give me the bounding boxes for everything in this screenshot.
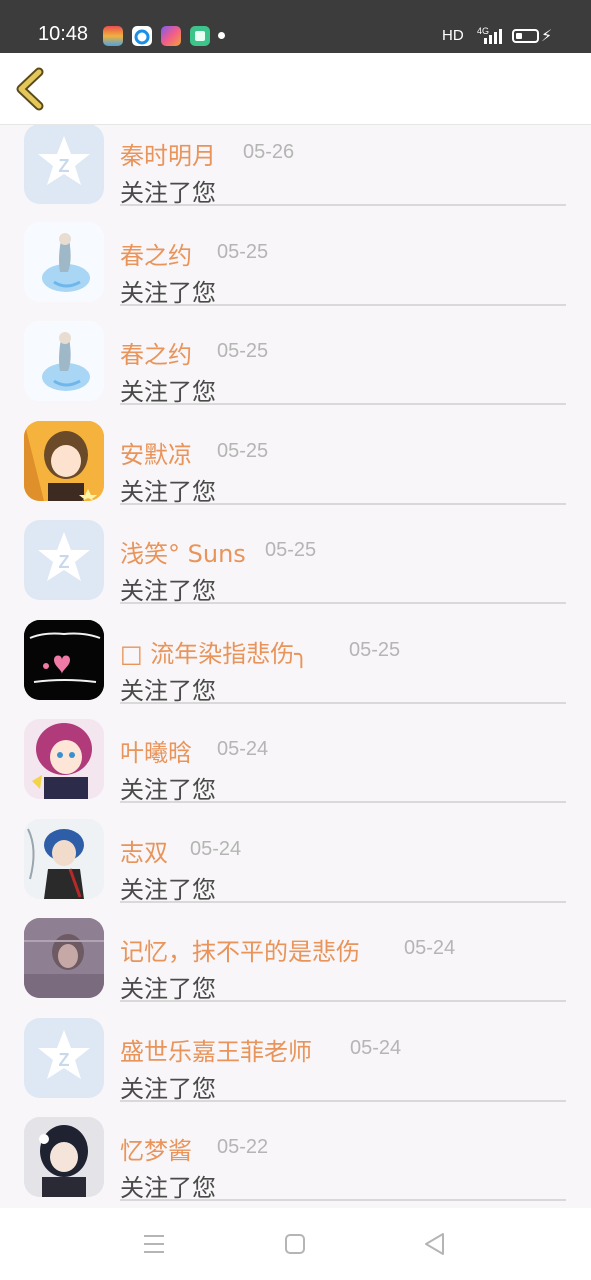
home-square-icon: [285, 1234, 305, 1254]
follow-date: 05-24: [217, 738, 269, 760]
follow-date: 05-25: [217, 240, 269, 263]
purple-photo-avatar: [24, 918, 104, 998]
menu-icon: [144, 1235, 164, 1253]
hd-label: HD: [442, 27, 464, 44]
follower-name[interactable]: 春之约: [120, 236, 192, 271]
follower-name[interactable]: 叶曦晗: [120, 733, 192, 768]
blue-cloud-icon: [132, 26, 152, 46]
follower-name[interactable]: 记忆，抹不平的是悲伤: [120, 932, 360, 967]
list-item[interactable]: 春之约 05-25 关注了您: [0, 205, 591, 307]
follow-message: 关注了您: [120, 278, 216, 307]
divider: [120, 1199, 566, 1201]
follower-name[interactable]: 盛世乐嘉王菲老师: [120, 1032, 312, 1067]
back-nav-button[interactable]: [414, 1228, 454, 1260]
battery-icon: [512, 29, 539, 43]
svg-text:Z: Z: [59, 552, 70, 572]
follow-date: 05-22: [217, 1136, 269, 1158]
follow-date: 05-26: [243, 141, 295, 163]
list-item[interactable]: 忆梦酱 05-22 关注了您: [0, 1100, 591, 1202]
qq-default-avatar: Z: [24, 520, 104, 600]
gradient-diamond-icon: [161, 26, 181, 46]
follow-message: 关注了您: [120, 676, 216, 705]
follow-date: 05-24: [190, 837, 242, 860]
list-item[interactable]: Z 盛世乐嘉王菲老师 05-24 关注了您: [0, 1001, 591, 1103]
header-bar: [0, 53, 591, 125]
svg-text:Z: Z: [59, 156, 70, 176]
system-nav-bar: [0, 1208, 591, 1280]
mermaid-avatar: [24, 321, 104, 401]
notification-dot-icon: [218, 32, 225, 39]
list-item[interactable]: 志双 05-24 关注了您: [0, 802, 591, 904]
home-button[interactable]: [275, 1228, 315, 1260]
qq-default-avatar: Z: [24, 1017, 104, 1098]
list-item[interactable]: Z 浅笑° Suns 05-25 关注了您: [0, 503, 591, 605]
follow-date: 05-24: [404, 937, 456, 959]
follower-name[interactable]: 志双: [120, 833, 168, 868]
follower-name[interactable]: □ 流年染指悲伤╮: [120, 634, 309, 669]
anime-boy-avatar: [24, 818, 104, 899]
charging-icon: ⚡: [541, 26, 553, 45]
menu-button[interactable]: [134, 1228, 174, 1260]
follow-date: 05-25: [265, 539, 317, 561]
signal-icon: [484, 29, 502, 44]
follower-name[interactable]: 浅笑° Suns: [120, 534, 246, 569]
follower-name[interactable]: 忆梦酱: [120, 1131, 192, 1166]
anime-girl-avatar: [24, 420, 104, 501]
follow-date: 05-25: [217, 439, 269, 462]
follow-message: 关注了您: [120, 875, 216, 904]
follow-message: 关注了您: [120, 1174, 216, 1202]
follow-message: 关注了您: [120, 577, 216, 605]
status-time: 10:48: [38, 23, 89, 45]
svg-text:Z: Z: [59, 1050, 70, 1070]
follow-message: 关注了您: [120, 378, 216, 406]
anime-dark-hair-avatar: [24, 1117, 104, 1197]
chevron-left-icon: [16, 67, 44, 111]
list-item[interactable]: 叶曦晗 05-24 关注了您: [0, 702, 591, 804]
list-item[interactable]: 记忆，抹不平的是悲伤 05-24 关注了您: [0, 901, 591, 1003]
follower-name[interactable]: 安默凉: [120, 435, 192, 470]
anime-pink-hair-avatar: [24, 719, 104, 799]
back-button[interactable]: [12, 67, 52, 111]
list-item[interactable]: Z 秦时明月 05-26 关注了您: [0, 125, 591, 207]
black-hearts-avatar: [24, 619, 104, 700]
list-item[interactable]: □ 流年染指悲伤╮ 05-25 关注了您: [0, 603, 591, 705]
follower-name[interactable]: 秦时明月: [120, 136, 216, 171]
status-bar: 10:48 HD 4G ⚡: [0, 0, 591, 53]
qq-default-avatar: Z: [24, 125, 104, 204]
follow-date: 05-25: [349, 638, 401, 661]
follow-message: 关注了您: [120, 179, 216, 207]
back-triangle-icon: [425, 1233, 444, 1255]
colorful-app-icon: [103, 26, 123, 46]
follow-message: 关注了您: [120, 1074, 216, 1103]
follow-message: 关注了您: [120, 776, 216, 804]
follow-date: 05-25: [217, 340, 269, 362]
mermaid-avatar: [24, 221, 104, 302]
follow-message: 关注了您: [120, 975, 216, 1003]
follow-message: 关注了您: [120, 477, 216, 506]
list-item[interactable]: 春之约 05-25 关注了您: [0, 304, 591, 406]
list-item[interactable]: 安默凉 05-25 关注了您: [0, 404, 591, 506]
follower-list[interactable]: Z 秦时明月 05-26 关注了您 春之约 05-25 关注了您 春之约 05-…: [0, 125, 591, 1208]
green-square-icon: [190, 26, 210, 46]
follow-date: 05-24: [350, 1036, 402, 1059]
follower-name[interactable]: 春之约: [120, 335, 192, 370]
